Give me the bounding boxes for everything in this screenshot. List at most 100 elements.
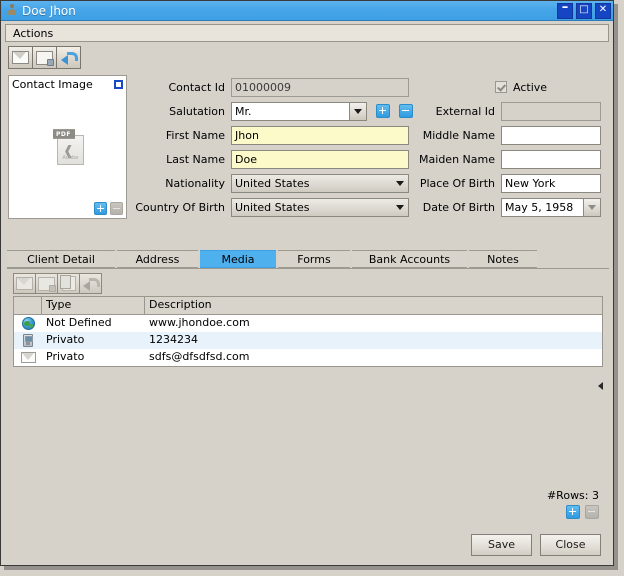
chevron-down-icon bbox=[583, 198, 600, 216]
contact-image-header: Contact Image bbox=[9, 76, 126, 92]
table-row[interactable]: Privato sdfs@dfsdfsd.com bbox=[14, 349, 602, 366]
phone-icon bbox=[23, 334, 33, 347]
main-toolbar bbox=[8, 46, 613, 69]
save-button[interactable]: Save bbox=[471, 534, 532, 556]
contact-image-panel: Contact Image PDF ❰ Adobe bbox=[8, 75, 127, 219]
envelope-icon bbox=[12, 51, 29, 64]
middle-name-input[interactable] bbox=[501, 125, 601, 145]
new-note-button[interactable] bbox=[32, 46, 57, 69]
close-button[interactable]: ✕ bbox=[595, 2, 611, 19]
row-type: Privato bbox=[46, 350, 85, 363]
add-salutation-button[interactable] bbox=[376, 104, 390, 118]
tab-separator bbox=[265, 251, 277, 269]
tab-client-detail[interactable]: Client Detail bbox=[7, 250, 116, 269]
rows-count-label: #Rows: 3 bbox=[546, 489, 599, 502]
send-email-button[interactable] bbox=[8, 46, 33, 69]
tab-address[interactable]: Address bbox=[117, 250, 199, 269]
date-of-birth-select[interactable]: May 5, 1958 bbox=[501, 197, 601, 217]
square-icon[interactable] bbox=[114, 79, 123, 89]
contact-image-title: Contact Image bbox=[12, 77, 93, 91]
nationality-label: Nationality bbox=[165, 176, 225, 190]
tab-separator bbox=[187, 251, 199, 269]
field-nationality: Nationality United States bbox=[139, 173, 409, 193]
first-name-label: First Name bbox=[165, 128, 225, 142]
row-description: 1234234 bbox=[149, 333, 198, 346]
tab-bank-accounts[interactable]: Bank Accounts bbox=[352, 250, 467, 269]
row-type: Not Defined bbox=[46, 316, 112, 329]
envelope-icon bbox=[16, 277, 33, 290]
tab-underline bbox=[7, 268, 609, 269]
maiden-name-input[interactable] bbox=[501, 149, 601, 169]
tab-label: Media bbox=[221, 253, 255, 266]
table-row[interactable]: Not Defined www.jhondoe.com bbox=[14, 315, 602, 332]
place-of-birth-input[interactable]: New York bbox=[501, 173, 601, 193]
last-name-input[interactable]: Doe bbox=[231, 149, 409, 169]
salutation-value: Mr. bbox=[235, 104, 252, 118]
grid-header-type[interactable]: Type bbox=[42, 297, 145, 314]
media-grid-area: Type Description Not Defined www.jhondoe… bbox=[13, 296, 603, 481]
media-reply-button bbox=[79, 273, 102, 294]
minimize-icon: – bbox=[561, 0, 569, 15]
media-document-button bbox=[57, 273, 80, 294]
contact-window: Doe Jhon – □ ✕ Actions Contact Image PDF… bbox=[0, 0, 614, 566]
tab-label: Bank Accounts bbox=[368, 253, 451, 266]
nationality-value: United States bbox=[235, 176, 310, 190]
chevron-down-icon bbox=[349, 102, 366, 120]
globe-icon bbox=[21, 317, 35, 330]
media-grid: Type Description Not Defined www.jhondoe… bbox=[13, 296, 603, 367]
date-of-birth-value: May 5, 1958 bbox=[505, 200, 574, 214]
country-of-birth-value: United States bbox=[235, 200, 310, 214]
reply-button[interactable] bbox=[56, 46, 81, 69]
dialog-buttons: Save Close bbox=[471, 534, 601, 556]
tab-label: Notes bbox=[487, 253, 519, 266]
maximize-button[interactable]: □ bbox=[576, 2, 592, 19]
row-description: sdfs@dfsdfsd.com bbox=[149, 350, 250, 363]
table-row[interactable]: Privato 1234234 bbox=[14, 332, 602, 349]
date-of-birth-label: Date Of Birth bbox=[422, 200, 495, 214]
contact-image-preview: PDF ❰ Adobe bbox=[9, 92, 126, 200]
close-button-footer[interactable]: Close bbox=[540, 534, 601, 556]
place-of-birth-label: Place Of Birth bbox=[419, 176, 495, 190]
maiden-name-label: Maiden Name bbox=[419, 152, 495, 166]
contact-id-label: Contact Id bbox=[168, 80, 225, 94]
country-of-birth-select[interactable]: United States bbox=[231, 197, 409, 217]
remove-row-button bbox=[585, 505, 599, 519]
tab-media[interactable]: Media bbox=[200, 250, 277, 269]
first-name-input[interactable]: Jhon bbox=[231, 125, 409, 145]
field-date-of-birth: Date Of Birth May 5, 1958 bbox=[405, 197, 601, 217]
add-row-button[interactable] bbox=[566, 505, 580, 519]
tab-separator bbox=[104, 251, 116, 269]
tab-forms[interactable]: Forms bbox=[278, 250, 351, 269]
add-image-button[interactable] bbox=[94, 202, 107, 215]
pdf-label: PDF bbox=[52, 129, 75, 139]
triangle-left-icon[interactable] bbox=[598, 382, 603, 390]
external-id-label: External Id bbox=[435, 104, 495, 118]
grid-header-description[interactable]: Description bbox=[145, 297, 602, 314]
media-email-button bbox=[13, 273, 36, 294]
close-icon: ✕ bbox=[598, 3, 608, 15]
field-middle-name: Middle Name bbox=[405, 125, 601, 145]
grid-header-icon[interactable] bbox=[14, 297, 42, 314]
salutation-label: Salutation bbox=[169, 104, 225, 118]
field-last-name: Last Name Doe bbox=[139, 149, 409, 169]
salutation-select[interactable]: Mr. bbox=[231, 101, 367, 121]
pdf-brand: Adobe bbox=[62, 155, 79, 161]
window-titlebar: Doe Jhon – □ ✕ bbox=[1, 1, 613, 21]
row-description: www.jhondoe.com bbox=[149, 316, 250, 329]
nationality-select[interactable]: United States bbox=[231, 173, 409, 193]
document-icon bbox=[59, 275, 76, 291]
minimize-button[interactable]: – bbox=[557, 0, 573, 19]
tab-separator bbox=[339, 251, 351, 269]
grid-header-row: Type Description bbox=[14, 297, 602, 315]
person-icon bbox=[6, 4, 18, 17]
tab-label: Forms bbox=[297, 253, 331, 266]
country-of-birth-label: Country Of Birth bbox=[135, 200, 225, 214]
active-checkbox[interactable] bbox=[495, 81, 507, 93]
tab-notes[interactable]: Notes bbox=[469, 250, 537, 269]
note-icon bbox=[36, 50, 54, 66]
menu-item-actions[interactable]: Actions bbox=[13, 27, 53, 40]
tab-strip: Client Detail Address Media Forms Bank A… bbox=[7, 250, 609, 269]
envelope-icon bbox=[20, 352, 36, 363]
row-icon-cell bbox=[14, 332, 42, 349]
middle-name-label: Middle Name bbox=[422, 128, 495, 142]
